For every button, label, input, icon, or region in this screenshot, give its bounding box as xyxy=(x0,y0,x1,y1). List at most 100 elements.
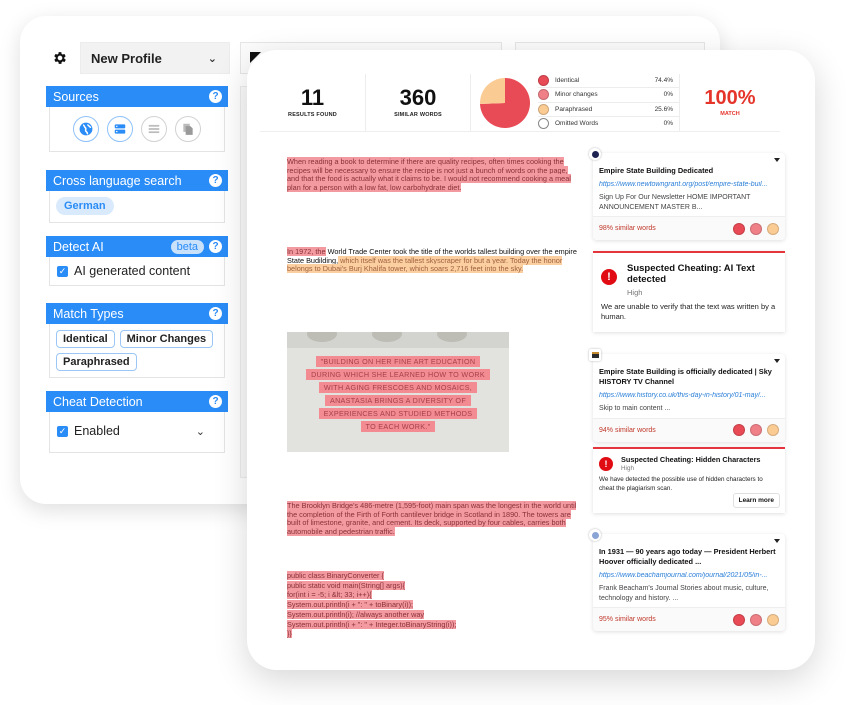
match-chip-identical[interactable]: Identical xyxy=(56,330,115,348)
checkbox-checked-icon[interactable]: ✓ xyxy=(57,265,68,277)
checkbox-checked-icon[interactable]: ✓ xyxy=(57,425,68,437)
minor-changes-filter-icon[interactable] xyxy=(750,222,762,235)
ocr-line[interactable]: EXPERIENCES AND STUDIED METHODS xyxy=(318,408,478,419)
legend-label: Omitted Words xyxy=(555,120,599,128)
similar-words-percent: 94% similar words xyxy=(599,426,656,434)
minor-changes-filter-icon[interactable] xyxy=(750,424,762,436)
identical-filter-icon[interactable] xyxy=(733,424,745,436)
language-chip[interactable]: German xyxy=(56,197,114,215)
ocr-line[interactable]: WITH AGING FRESCOES AND MOSAICS, xyxy=(318,382,478,393)
result-description: Skip to main content ... xyxy=(599,405,671,412)
legend-row-minor-changes: Minor changes 0% xyxy=(538,88,679,103)
help-icon[interactable]: ? xyxy=(209,395,222,408)
caret-down-icon[interactable] xyxy=(774,158,780,162)
match-chip-paraphrased[interactable]: Paraphrased xyxy=(56,353,137,371)
internet-icon[interactable] xyxy=(73,116,99,142)
legend-row-paraphrased: Paraphrased 25.6% xyxy=(538,103,679,117)
pie-slice-paraphrased xyxy=(479,77,505,104)
code-line[interactable]: }} xyxy=(287,629,292,639)
legend-value: 0% xyxy=(663,120,673,128)
sources-header: Sources ? xyxy=(46,86,228,107)
results-label: RESULTS FOUND xyxy=(288,112,337,118)
alert-title: Suspected Cheating: AI Text detected xyxy=(627,263,755,285)
paraphrased-filter-icon[interactable] xyxy=(767,424,779,436)
code-line[interactable]: for(int i = -5; i &lt; 33; i++){ xyxy=(287,590,372,600)
help-icon[interactable]: ? xyxy=(209,240,222,253)
match-legend: Identical 74.4% Minor changes 0% Paraphr… xyxy=(538,74,679,131)
identical-dot-icon xyxy=(538,75,549,87)
match-label: MATCH xyxy=(720,111,740,117)
paraphrased-filter-icon[interactable] xyxy=(767,222,779,235)
ocr-line[interactable]: ANASTASIA BRINGS A DIVERSITY OF xyxy=(324,395,472,406)
result-url[interactable]: https://www.beachamjournal.com/journal/2… xyxy=(599,572,779,579)
identical-highlight[interactable]: In 1972, the xyxy=(287,247,326,256)
list-icon[interactable] xyxy=(141,116,167,142)
copy-files-icon[interactable] xyxy=(175,116,201,142)
chevron-down-icon: ⌄ xyxy=(207,52,217,65)
identical-filter-icon[interactable] xyxy=(733,613,745,626)
identical-highlight[interactable]: The Brooklyn Bridge's 486-metre (1,595-f… xyxy=(287,501,577,537)
legend-label: Identical xyxy=(555,77,580,85)
ocr-line[interactable]: "BUILDING ON HER FINE ART EDUCATION xyxy=(315,356,481,367)
result-title: Empire State Building Dedicated xyxy=(599,166,714,175)
help-icon[interactable]: ? xyxy=(209,90,222,103)
ai-content-label: AI generated content xyxy=(74,264,191,278)
result-footer: 98% similar words xyxy=(593,216,785,240)
detect-ai-header: Detect AI beta ? xyxy=(46,236,228,257)
identical-highlight[interactable]: When reading a book to determine if ther… xyxy=(287,157,571,193)
ocr-line[interactable]: TO EACH WORK." xyxy=(360,421,436,432)
minor-changes-dot-icon xyxy=(538,89,549,101)
code-line[interactable]: System.out.println(i); //always another … xyxy=(287,609,425,619)
site-favicon-icon xyxy=(589,529,601,541)
learn-more-button[interactable]: Learn more xyxy=(732,493,780,508)
result-url[interactable]: https://www.history.co.uk/this-day-in-hi… xyxy=(599,392,779,399)
cheat-detection-row[interactable]: ✓ Enabled ⌄ xyxy=(49,412,225,453)
legend-value: 25.6% xyxy=(654,105,673,113)
identical-filter-icon[interactable] xyxy=(733,222,745,235)
caret-down-icon[interactable] xyxy=(774,539,780,543)
legend-label: Minor changes xyxy=(555,91,598,99)
doc-paragraph-2: In 1972, the World Trade Center took the… xyxy=(287,247,577,274)
match-percentage: 100% xyxy=(704,87,756,109)
paraphrased-filter-icon[interactable] xyxy=(767,613,779,626)
result-card[interactable]: Empire State Building Dedicated https://… xyxy=(589,148,785,240)
similar-words-label: SIMILAR WORDS xyxy=(394,112,442,118)
image-ocr-highlights: "BUILDING ON HER FINE ART EDUCATION DURI… xyxy=(287,356,509,434)
chevron-down-icon[interactable]: ⌄ xyxy=(196,425,205,438)
help-icon[interactable]: ? xyxy=(209,174,222,187)
doc-paragraph-3: The Brooklyn Bridge's 486-metre (1,595-f… xyxy=(287,501,577,537)
alert-severity: High xyxy=(621,465,634,472)
match-pie-chart xyxy=(479,77,530,128)
caret-down-icon[interactable] xyxy=(774,359,780,363)
result-card[interactable]: Empire State Building is officially dedi… xyxy=(589,349,785,442)
cheat-detection-header: Cheat Detection ? xyxy=(46,391,228,412)
result-url[interactable]: https://www.newtowngrant.org/post/empire… xyxy=(599,181,779,188)
alert-text: We are unable to verify that the text wa… xyxy=(601,302,776,321)
match-chip-minor-changes[interactable]: Minor Changes xyxy=(119,330,214,348)
profile-select[interactable]: New Profile ⌄ xyxy=(80,42,230,74)
gear-icon[interactable] xyxy=(52,50,68,66)
result-description: Sign Up For Our Newsletter HOME IMPORTAN… xyxy=(599,194,751,211)
help-icon[interactable]: ? xyxy=(209,307,222,320)
code-line[interactable]: public class BinaryConverter { xyxy=(287,571,384,580)
sources-section: Sources ? xyxy=(46,86,228,152)
omitted-dot-icon xyxy=(538,118,549,130)
code-line[interactable]: System.out.println(i + ": " + toBinary(i… xyxy=(287,600,414,610)
result-card[interactable]: In 1931 — 90 years ago today — President… xyxy=(589,529,785,631)
doc-paragraph-1: When reading a book to determine if ther… xyxy=(287,157,577,193)
ocr-line[interactable]: DURING WHICH SHE LEARNED HOW TO WORK xyxy=(306,369,490,380)
minor-changes-filter-icon[interactable] xyxy=(750,613,762,626)
code-line[interactable]: public static void main(String[] args){ xyxy=(287,580,406,590)
site-favicon-icon xyxy=(589,148,601,160)
cross-language-body: German xyxy=(49,191,225,223)
pie-chart-cell xyxy=(471,74,538,131)
similar-words-percent: 95% similar words xyxy=(599,616,656,623)
database-icon[interactable] xyxy=(107,116,133,142)
code-line[interactable]: System.out.println(i + ": " + Integer.to… xyxy=(287,619,457,629)
result-footer: 94% similar words xyxy=(593,417,785,442)
results-count: 11 xyxy=(300,85,325,110)
alert-title: Suspected Cheating: Hidden Characters xyxy=(621,455,761,464)
ai-content-checkbox-row[interactable]: ✓ AI generated content xyxy=(49,257,225,286)
similar-words-stat: 360 SIMILAR WORDS xyxy=(366,74,471,131)
scanned-image: "BUILDING ON HER FINE ART EDUCATION DURI… xyxy=(287,332,509,452)
